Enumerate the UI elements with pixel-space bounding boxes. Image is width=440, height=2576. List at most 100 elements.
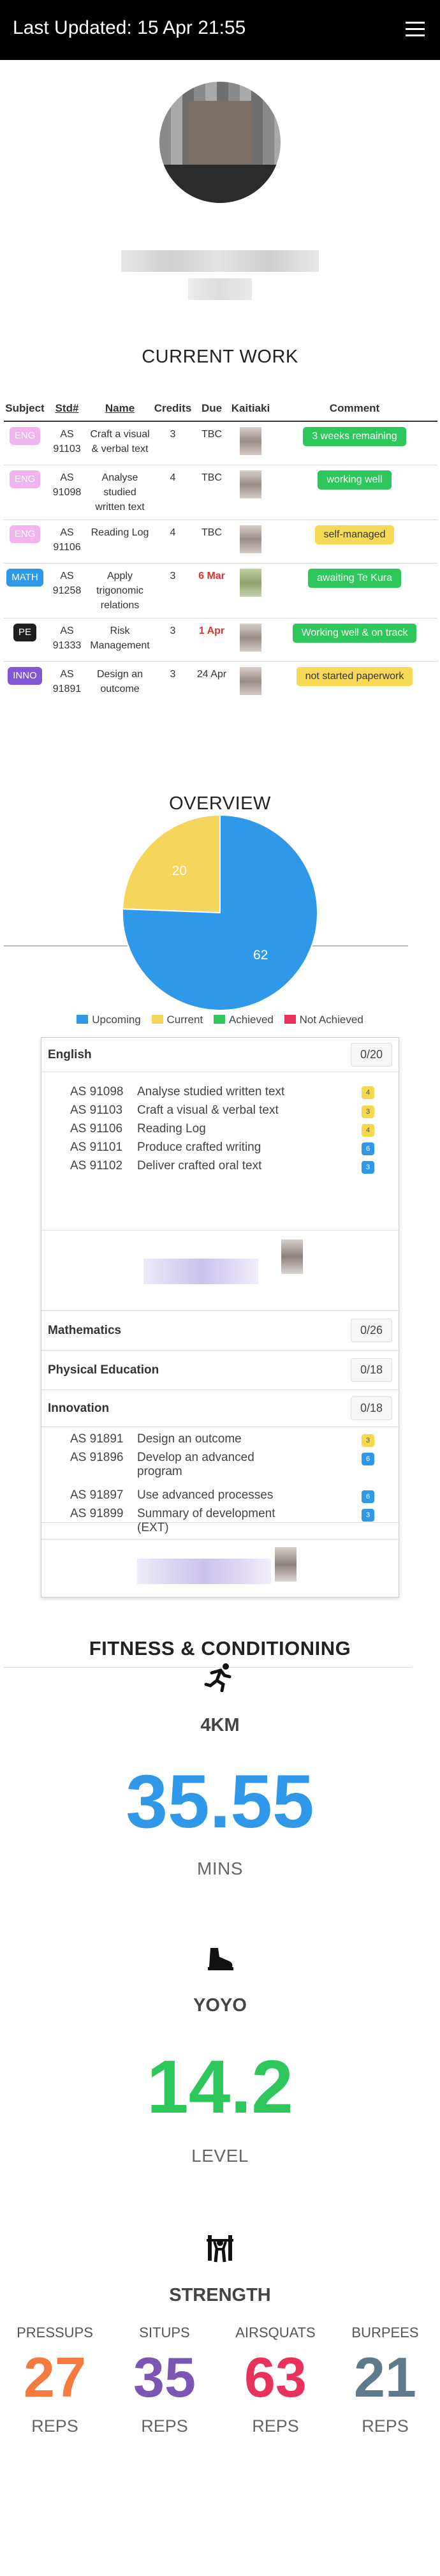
standard-row: AS 91891 Design an outcome [70, 1432, 242, 1446]
stat-label: PRESSUPS [17, 2325, 93, 2340]
kaitiaki-avatar [240, 624, 261, 652]
menu-icon[interactable] [406, 22, 425, 37]
std-prefix: AS [60, 429, 74, 440]
due-date: TBC [194, 421, 230, 465]
current-work-title: CURRENT WORK [142, 347, 298, 367]
table-row: PE AS 91333 Risk Management 3 1 Apr Worki… [4, 618, 437, 662]
standard-row: AS 91103 Craft a visual & verbal text [70, 1104, 279, 1117]
stat-label: BURPEES [351, 2325, 419, 2340]
credits: 3 [152, 563, 194, 618]
pie-slice-current[interactable] [122, 814, 221, 914]
subject-name: Physical Education [48, 1363, 159, 1377]
english-header[interactable]: English 0/20 [41, 1038, 399, 1072]
signature-blurred [137, 1559, 271, 1584]
overview-chart: 20 62 [0, 811, 440, 1015]
due-date: TBC [194, 520, 230, 564]
kaitiaki-avatar [240, 667, 261, 695]
standard-row: AS 91897 Use advanced processes [70, 1488, 274, 1502]
current-work-table: Subject Std# Name Credits Due Kaitiaki C… [4, 396, 437, 705]
chart-legend: Upcoming Current Achieved Not Achieved [0, 1014, 440, 1026]
legend-upcoming[interactable]: Upcoming [77, 1014, 141, 1026]
stat-unit: REPS [31, 2416, 78, 2436]
subject-name: Mathematics [48, 1324, 122, 1337]
burpees-stat: BURPEES 21 REPS [330, 2325, 440, 2436]
col-due[interactable]: Due [194, 396, 230, 422]
stat-label: AIRSQUATS [235, 2325, 316, 2340]
legend-achieved[interactable]: Achieved [213, 1014, 274, 1026]
standards-panel: English 0/20 AS 91098 Analyse studied wri… [41, 1037, 399, 1598]
signature-blurred [143, 1259, 258, 1284]
credit-badge: 6 [362, 1453, 374, 1465]
pie-label-upcoming: 62 [253, 948, 268, 962]
pressups-stat: PRESSUPS 27 REPS [0, 2325, 110, 2436]
standard-row: AS 91101 Produce crafted writing [70, 1141, 261, 1154]
col-name[interactable]: Name [88, 396, 152, 422]
subject-badge: MATH [6, 569, 43, 587]
comment-badge: working well [318, 470, 392, 490]
yoyo-value: 14.2 [147, 2045, 293, 2129]
std-number: 91333 [52, 640, 82, 651]
standard-row: AS 91899 Summary of development (EXT) [70, 1507, 275, 1534]
credit-badge: 6 [362, 1490, 374, 1503]
subject-badge: ENG [9, 470, 41, 488]
credits: 3 [152, 618, 194, 662]
legend-not-achieved[interactable]: Not Achieved [284, 1014, 363, 1026]
stat-label: SITUPS [139, 2325, 190, 2340]
run-label: 4KM [200, 1715, 240, 1735]
std-prefix: AS [60, 527, 74, 538]
yoyo-label: YOYO [193, 1995, 247, 2016]
stat-value: 35 [133, 2346, 196, 2409]
comment-badge: Working well & on track [292, 624, 417, 643]
pie-chart: 2062 [4, 814, 408, 1011]
standard-name: Analyse studied written text [88, 465, 152, 520]
legend-current[interactable]: Current [151, 1014, 203, 1026]
stat-unit: REPS [362, 2416, 409, 2436]
col-subject[interactable]: Subject [4, 396, 46, 422]
table-row: ENG AS 91103 Craft a visual & verbal text… [4, 421, 437, 465]
standard-row: AS 91896 Develop an advanced program [70, 1451, 254, 1478]
credit-badge: 3 [362, 1161, 374, 1174]
run-unit: MINS [197, 1859, 243, 1878]
col-credits[interactable]: Credits [152, 396, 194, 422]
credits: 3 [152, 661, 194, 705]
col-kaitiaki[interactable]: Kaitiaki [230, 396, 272, 422]
col-comment[interactable]: Comment [272, 396, 437, 422]
fitness-title: FITNESS & CONDITIONING [89, 1637, 351, 1659]
kaitiaki-avatar [240, 427, 261, 455]
kaitiaki-avatar [240, 470, 261, 498]
avatar-face [188, 101, 252, 171]
subject-badge: INNO [8, 667, 42, 685]
subject-badge: ENG [9, 525, 41, 543]
credit-badge: 3 [362, 1434, 374, 1447]
table-row: INNO AS 91891 Design an outcome 3 24 Apr … [4, 661, 437, 705]
table-row: ENG AS 91106 Reading Log 4 TBC self-manag… [4, 520, 437, 564]
table-row: MATH AS 91258 Apply trigonomic relations … [4, 563, 437, 618]
col-std[interactable]: Std# [46, 396, 88, 422]
situps-stat: SITUPS 35 REPS [110, 2325, 219, 2436]
innovation-signoff [41, 1539, 399, 1598]
std-prefix: AS [60, 669, 74, 680]
yoyo-unit: LEVEL [191, 2146, 249, 2166]
stat-value: 21 [354, 2346, 416, 2409]
standard-name: Craft a visual & verbal text [88, 421, 152, 465]
std-number: 91258 [52, 585, 82, 596]
running-icon [0, 1663, 440, 1699]
pe-header[interactable]: Physical Education 0/18 [41, 1351, 399, 1390]
run-value: 35.55 [126, 1760, 314, 1844]
innovation-header[interactable]: Innovation 0/18 [41, 1390, 399, 1427]
mathematics-header[interactable]: Mathematics 0/26 [41, 1311, 399, 1351]
subject-badge: ENG [9, 427, 41, 445]
standard-name: Design an outcome [88, 661, 152, 705]
subject-badge: PE [13, 624, 36, 641]
shoe-icon [0, 1945, 440, 1978]
due-date: 24 Apr [194, 661, 230, 705]
due-date: TBC [194, 465, 230, 520]
kaitiaki-avatar [240, 569, 261, 597]
comment-badge: not started paperwork [296, 667, 413, 686]
subject-score: 0/18 [350, 1358, 392, 1382]
standard-name: Risk Management [88, 618, 152, 662]
credits: 4 [152, 465, 194, 520]
stat-value: 27 [24, 2346, 86, 2409]
credit-badge: 6 [362, 1142, 374, 1155]
subject-score: 0/20 [350, 1043, 392, 1067]
